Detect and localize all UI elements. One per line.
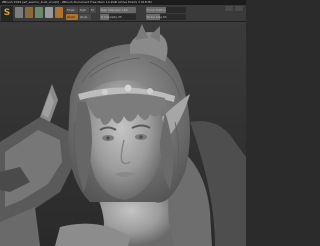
z-intensity-slider[interactable]: Z Intensity 25 [100,14,136,20]
zsub-button[interactable]: Zsub [79,14,91,20]
minimize-icon[interactable] [225,6,233,11]
circlet-gem-right [147,88,153,94]
canvas-viewport[interactable] [0,22,246,246]
sculpt-render[interactable] [0,22,246,246]
move-icon[interactable] [15,7,23,18]
pupil-right [139,135,143,139]
z-intensity-label: Z Intensity 25 [101,15,122,19]
mrgb-button[interactable]: Mrgb [66,7,78,13]
draw-icon[interactable] [55,7,63,18]
circlet-gem-left [102,89,108,95]
rgb-intensity-label: Rgb Intensity 100 [101,8,128,12]
zbrush-logo[interactable]: S [1,6,13,21]
draw-size-label: Draw Size 64 [147,15,167,19]
focal-shift-label: Focal Shift 0 [147,8,166,12]
focal-shift-slider[interactable]: Focal Shift 0 [146,7,186,13]
rgb-intensity-slider[interactable]: Rgb Intensity 100 [100,7,136,13]
rgb-button[interactable]: Rgb [79,7,89,13]
scale-icon[interactable] [25,7,33,18]
edit-icon[interactable] [45,7,53,18]
m-button[interactable]: M [90,7,96,13]
circlet-gem-center [124,84,132,92]
top-toolbar: S Mrgb Rgb M Zadd Zsub Rgb Intensity 100… [0,5,246,22]
pupil-left [106,136,110,140]
draw-size-slider[interactable]: Draw Size 64 [146,14,186,20]
close-icon[interactable] [235,6,243,11]
rotate-icon[interactable] [35,7,43,18]
zadd-button[interactable]: Zadd [66,14,78,20]
